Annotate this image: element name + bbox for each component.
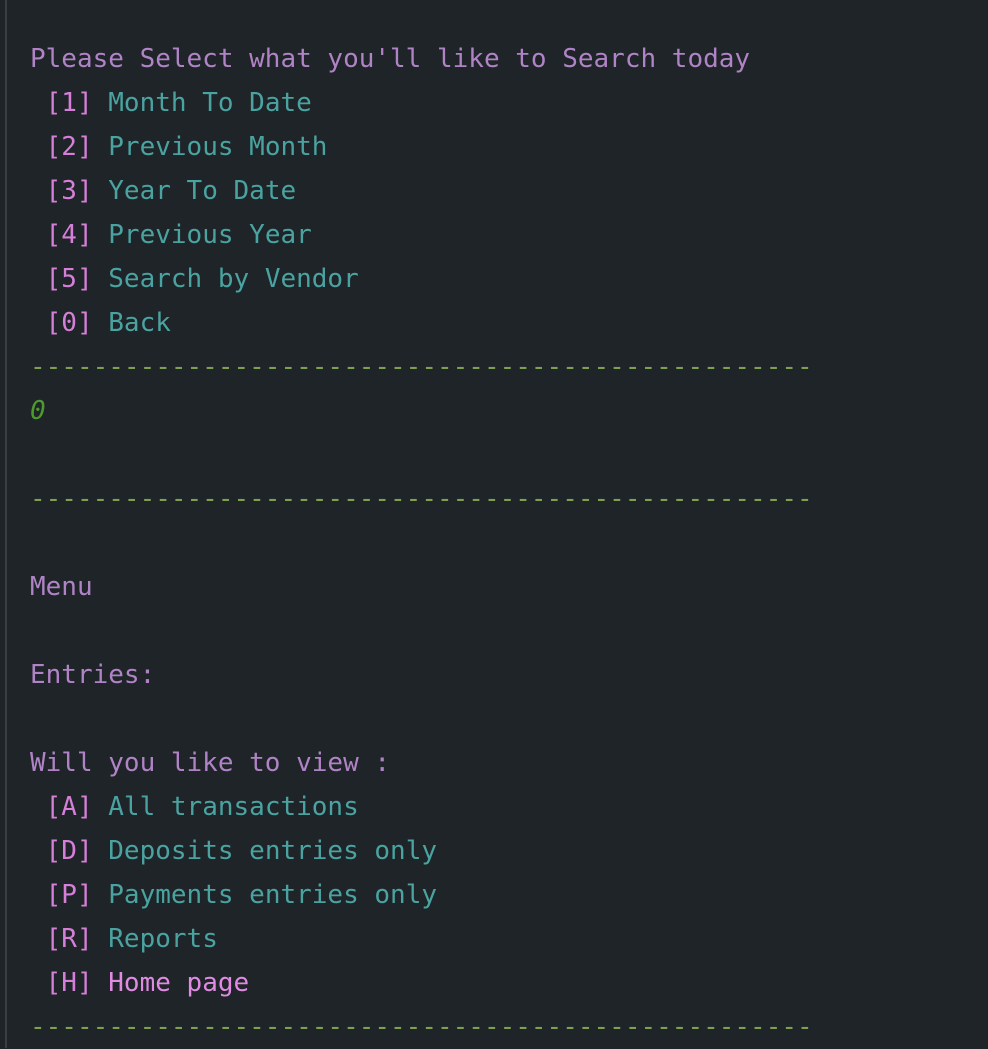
console-gutter-border — [5, 0, 7, 1048]
search-option-vendor: [5] Search by Vendor — [30, 257, 813, 301]
option-key: [1] — [30, 88, 109, 118]
option-label: Reports — [108, 924, 218, 954]
user-input[interactable]: 0 — [30, 389, 813, 433]
search-option-month-to-date: [1] Month To Date — [30, 81, 813, 125]
option-key: [A] — [30, 792, 109, 822]
console-output: Please Select what you'll like to Search… — [30, 37, 813, 1049]
view-prompt: Will you like to view : — [30, 748, 391, 778]
option-key: [P] — [30, 880, 109, 910]
option-key: [0] — [30, 308, 109, 338]
option-label: Year To Date — [108, 176, 297, 206]
search-option-previous-month: [2] Previous Month — [30, 125, 813, 169]
search-option-previous-year: [4] Previous Year — [30, 213, 813, 257]
option-label: Search by Vendor — [108, 264, 359, 294]
option-key: [5] — [30, 264, 109, 294]
option-key: [H] — [30, 968, 109, 998]
search-option-back: [0] Back — [30, 301, 813, 345]
option-label: Previous Year — [108, 220, 312, 250]
option-label: All transactions — [108, 792, 359, 822]
separator: ----------------------------------------… — [30, 1012, 813, 1042]
option-label: Payments entries only — [108, 880, 438, 910]
ledger-option-all: [A] All transactions — [30, 785, 813, 829]
search-option-year-to-date: [3] Year To Date — [30, 169, 813, 213]
separator: ----------------------------------------… — [30, 352, 813, 382]
option-label: Deposits entries only — [108, 836, 438, 866]
option-label: Month To Date — [108, 88, 312, 118]
option-key: [R] — [30, 924, 109, 954]
ledger-option-deposits: [D] Deposits entries only — [30, 829, 813, 873]
ledger-option-payments: [P] Payments entries only — [30, 873, 813, 917]
option-label: Previous Month — [108, 132, 328, 162]
option-key: [3] — [30, 176, 109, 206]
option-key: [4] — [30, 220, 109, 250]
separator: ----------------------------------------… — [30, 484, 813, 514]
option-label: Home page — [108, 968, 250, 998]
menu-title: Menu — [30, 572, 93, 602]
ledger-option-reports: [R] Reports — [30, 917, 813, 961]
option-key: [2] — [30, 132, 109, 162]
option-label: Back — [108, 308, 171, 338]
ledger-option-home: [H] Home page — [30, 961, 813, 1005]
search-prompt: Please Select what you'll like to Search… — [30, 44, 751, 74]
option-key: [D] — [30, 836, 109, 866]
entries-label: Entries: — [30, 660, 156, 690]
